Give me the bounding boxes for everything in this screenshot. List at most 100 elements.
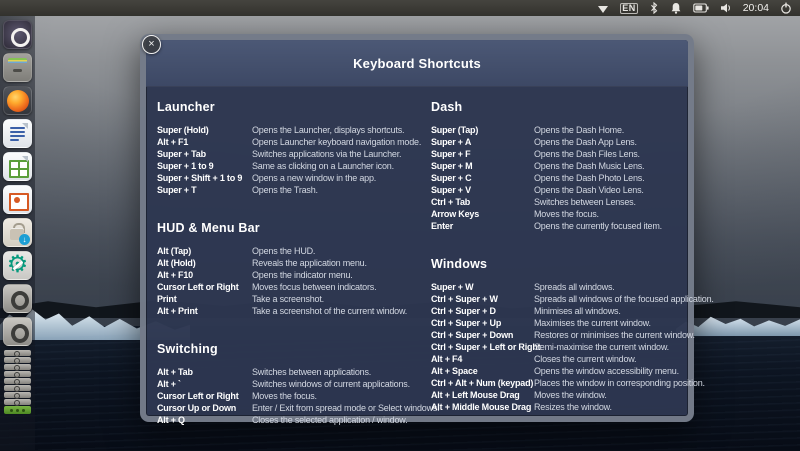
notifications-bell-icon[interactable]: [670, 2, 682, 14]
shortcut-key: Alt + F10: [157, 269, 252, 281]
power-icon[interactable]: [780, 2, 792, 14]
shortcut-key: Ctrl + Tab: [431, 196, 534, 208]
shortcut-row: Print Take a screenshot.: [157, 293, 427, 305]
shortcut-desc: Opens the indicator menu.: [252, 269, 353, 281]
shortcut-key: Super + Shift + 1 to 9: [157, 172, 252, 184]
shortcut-key: Super (Tap): [431, 124, 534, 136]
bluetooth-icon[interactable]: [649, 2, 659, 14]
libreoffice-calc-icon[interactable]: [3, 152, 32, 181]
shortcut-key: Super + W: [431, 281, 534, 293]
shortcut-desc: Switches between applications.: [252, 366, 371, 378]
shortcut-desc: Opens the currently focused item.: [534, 220, 662, 232]
shortcut-key: Ctrl + Alt + Num (keypad): [431, 377, 534, 389]
shortcut-desc: Same as clicking on a Launcher icon.: [252, 160, 394, 172]
shortcut-key: Ctrl + Super + Down: [431, 329, 534, 341]
shortcut-key: Super (Hold): [157, 124, 252, 136]
shortcut-row: Cursor Left or Right Moves the focus.: [157, 390, 427, 402]
firefox-icon[interactable]: [3, 86, 32, 115]
shortcut-desc: Opens the Dash Home.: [534, 124, 624, 136]
shortcut-desc: Opens the window accessibility menu.: [534, 365, 679, 377]
files-slot: [13, 69, 22, 72]
clock[interactable]: 20:04: [743, 2, 769, 14]
dialog-header: Keyboard Shortcuts: [146, 40, 688, 87]
shortcut-row: Super + A Opens the Dash App Lens.: [431, 136, 693, 148]
shortcut-row: Cursor Up or Down Enter / Exit from spre…: [157, 402, 427, 414]
shortcut-key: Alt (Hold): [157, 257, 252, 269]
shortcut-desc: Closes the current window.: [534, 353, 636, 365]
shortcut-row: Alt + F1 Opens Launcher keyboard navigat…: [157, 136, 427, 148]
shortcut-row: Alt (Hold) Reveals the application menu.: [157, 257, 427, 269]
shortcut-key: Super + A: [431, 136, 534, 148]
shortcut-desc: Minimises all windows.: [534, 305, 621, 317]
shortcut-row: Super + F Opens the Dash Files Lens.: [431, 148, 693, 160]
shortcut-row: Ctrl + Super + W Spreads all windows of …: [431, 293, 693, 305]
libreoffice-impress-icon[interactable]: [3, 185, 32, 214]
shortcut-desc: Moves the focus.: [534, 208, 599, 220]
keyboard-layout-indicator[interactable]: EN: [620, 3, 638, 14]
shortcut-key: Alt + `: [157, 378, 252, 390]
shortcut-key: Print: [157, 293, 252, 305]
shortcut-row: Ctrl + Tab Switches between Lenses.: [431, 196, 693, 208]
calc-grid: [9, 160, 29, 178]
volume-icon[interactable]: [720, 2, 732, 14]
shortcut-row: Alt + Print Take a screenshot of the cur…: [157, 305, 427, 317]
shortcut-list: Super (Tap) Opens the Dash Home. Super +…: [431, 124, 693, 232]
shortcut-row: Alt + Left Mouse Drag Moves the window.: [431, 389, 693, 401]
shortcut-desc: Spreads all windows.: [534, 281, 615, 293]
keyboard-shortcuts-dialog: × Keyboard Shortcuts Launcher Super (Hol…: [140, 34, 694, 422]
shortcut-row: Super + M Opens the Dash Music Lens.: [431, 160, 693, 172]
close-button[interactable]: ×: [142, 35, 161, 54]
shortcut-row: Super + 1 to 9 Same as clicking on a Lau…: [157, 160, 427, 172]
app-window-green-icon[interactable]: [4, 406, 31, 414]
app-window-icon[interactable]: [3, 317, 32, 346]
shortcut-desc: Opens Launcher keyboard navigation mode.: [252, 136, 421, 148]
stacked-app-windows[interactable]: [3, 350, 32, 414]
unity-launcher: ↓ ⚙: [0, 16, 35, 450]
shortcut-row: Alt (Tap) Opens the HUD.: [157, 245, 427, 257]
section-windows: Windows Super + W Spreads all windows. C…: [431, 257, 693, 413]
shortcut-key: Ctrl + Super + D: [431, 305, 534, 317]
shortcut-row: Cursor Left or Right Moves focus between…: [157, 281, 427, 293]
section-title: HUD & Menu Bar: [157, 221, 427, 235]
impress-dot: [14, 197, 20, 203]
system-settings-icon[interactable]: ⚙: [3, 251, 32, 280]
shortcut-key: Alt (Tap): [157, 245, 252, 257]
shortcut-key: Arrow Keys: [431, 208, 534, 220]
shortcut-row: Super + Shift + 1 to 9 Opens a new windo…: [157, 172, 427, 184]
libreoffice-writer-icon[interactable]: [3, 119, 32, 148]
dash-home-icon[interactable]: [3, 20, 32, 49]
shortcut-desc: Switches between Lenses.: [534, 196, 636, 208]
shortcut-key: Cursor Left or Right: [157, 390, 252, 402]
shortcut-desc: Switches applications via the Launcher.: [252, 148, 401, 160]
shortcut-desc: Semi-maximise the current window.: [534, 341, 669, 353]
app-window-icon[interactable]: [3, 284, 32, 313]
shortcut-desc: Maximises the current window.: [534, 317, 651, 329]
shortcut-desc: Switches windows of current applications…: [252, 378, 410, 390]
shortcut-row: Alt + F4 Closes the current window.: [431, 353, 693, 365]
network-icon[interactable]: [597, 3, 609, 14]
shortcut-row: Super (Hold) Opens the Launcher, display…: [157, 124, 427, 136]
shortcut-key: Alt + F4: [431, 353, 534, 365]
section-hud-menu-bar: HUD & Menu Bar Alt (Tap) Opens the HUD. …: [157, 221, 427, 317]
shortcut-key: Super + C: [431, 172, 534, 184]
file-manager-icon[interactable]: [3, 53, 32, 82]
section-title: Dash: [431, 100, 693, 114]
shortcut-key: Alt + Print: [157, 305, 252, 317]
shortcut-desc: Enter / Exit from spread mode or Select …: [252, 402, 439, 414]
shortcut-desc: Places the window in corresponding posit…: [534, 377, 705, 389]
software-center-icon[interactable]: ↓: [3, 218, 32, 247]
shortcut-desc: Moves focus between indicators.: [252, 281, 376, 293]
shortcut-key: Alt + Tab: [157, 366, 252, 378]
shortcut-key: Alt + Space: [431, 365, 534, 377]
shortcut-row: Ctrl + Super + D Minimises all windows.: [431, 305, 693, 317]
shortcut-key: Super + M: [431, 160, 534, 172]
shortcut-row: Alt + Space Opens the window accessibili…: [431, 365, 693, 377]
shortcut-row: Super + V Opens the Dash Video Lens.: [431, 184, 693, 196]
section-title: Windows: [431, 257, 693, 271]
shortcut-row: Ctrl + Super + Left or Right Semi-maximi…: [431, 341, 693, 353]
shortcut-key: Super + T: [157, 184, 252, 196]
section-launcher: Launcher Super (Hold) Opens the Launcher…: [157, 100, 427, 196]
battery-icon[interactable]: [693, 3, 709, 13]
shortcut-desc: Opens the Dash Music Lens.: [534, 160, 644, 172]
doc-fold: [22, 156, 28, 162]
